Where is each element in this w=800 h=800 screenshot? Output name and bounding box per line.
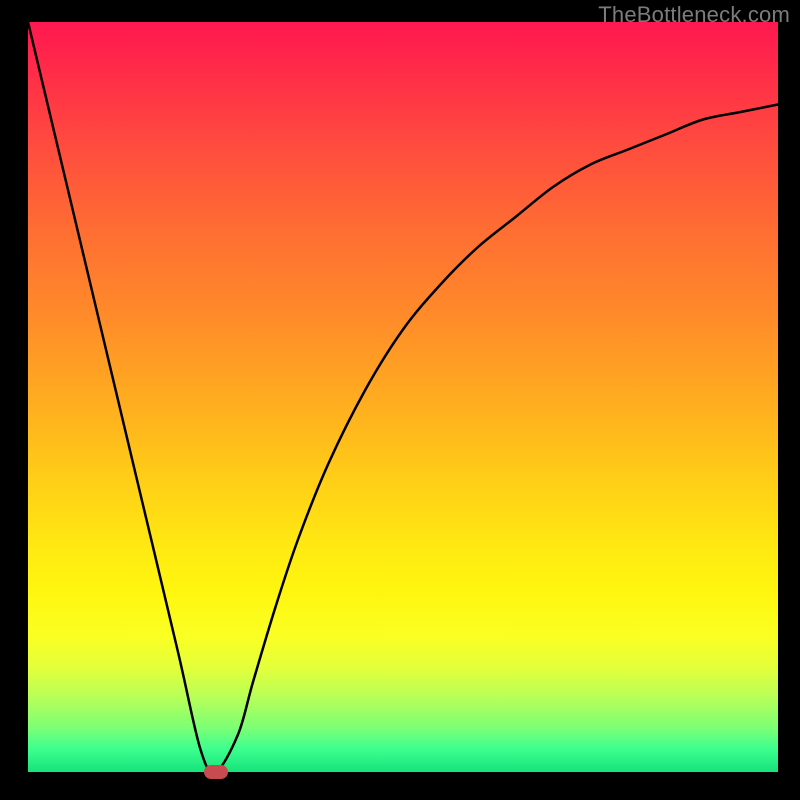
bottleneck-curve (28, 22, 778, 772)
plot-area (28, 22, 778, 772)
optimal-point-marker (204, 765, 228, 779)
watermark-label: TheBottleneck.com (598, 2, 790, 28)
chart-canvas: TheBottleneck.com (0, 0, 800, 800)
